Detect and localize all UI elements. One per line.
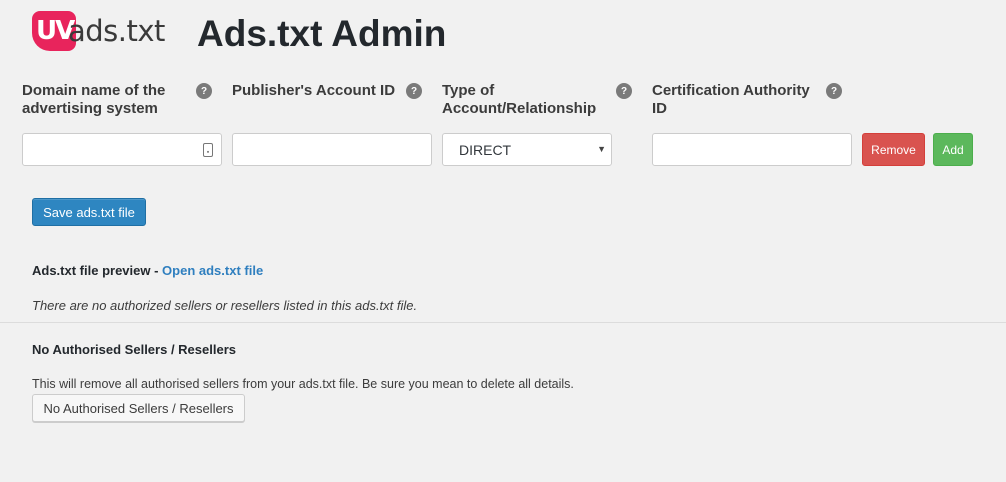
preview-empty-message: There are no authorized sellers or resel… xyxy=(32,298,418,313)
uv-ads-txt-logo: UV ads.txt xyxy=(32,11,173,51)
column-header-certification-id: Certification Authority ID xyxy=(652,82,810,117)
account-type-select[interactable]: DIRECT ▼ xyxy=(442,133,612,166)
domain-input[interactable] xyxy=(22,133,222,166)
certification-authority-id-input[interactable] xyxy=(652,133,852,166)
help-icon[interactable]: ? xyxy=(196,83,212,99)
publisher-account-id-input[interactable] xyxy=(232,133,432,166)
add-button[interactable]: Add xyxy=(933,133,973,166)
account-type-selected-value: DIRECT xyxy=(459,141,512,158)
preview-heading-label: Ads.txt file preview - xyxy=(32,263,163,278)
caret-down-icon: ▼ xyxy=(597,144,606,154)
help-icon[interactable]: ? xyxy=(616,83,632,99)
column-header-publisher-id: Publisher's Account ID xyxy=(232,82,396,99)
no-authorised-sellers-button[interactable]: No Authorised Sellers / Resellers xyxy=(32,394,245,422)
open-ads-txt-link[interactable]: Open ads.txt file xyxy=(162,263,263,278)
help-icon[interactable]: ? xyxy=(826,83,842,99)
preview-heading: Ads.txt file preview - Open ads.txt file xyxy=(32,263,263,278)
no-sellers-heading: No Authorised Sellers / Resellers xyxy=(32,342,236,357)
logo-text: ads.txt xyxy=(68,14,165,48)
remove-button[interactable]: Remove xyxy=(862,133,925,166)
ads-txt-admin-page: UV ads.txt Ads.txt Admin Domain name of … xyxy=(0,0,1006,482)
page-title: Ads.txt Admin xyxy=(197,13,447,54)
column-header-account-type: Type of Account/Relationship xyxy=(442,82,597,117)
help-icon[interactable]: ? xyxy=(406,83,422,99)
column-header-domain: Domain name of the advertising system xyxy=(22,82,166,117)
section-divider xyxy=(0,322,1006,323)
contact-card-icon: ▪ xyxy=(203,143,213,157)
save-ads-txt-button[interactable]: Save ads.txt file xyxy=(32,198,146,226)
no-sellers-description: This will remove all authorised sellers … xyxy=(32,377,574,391)
